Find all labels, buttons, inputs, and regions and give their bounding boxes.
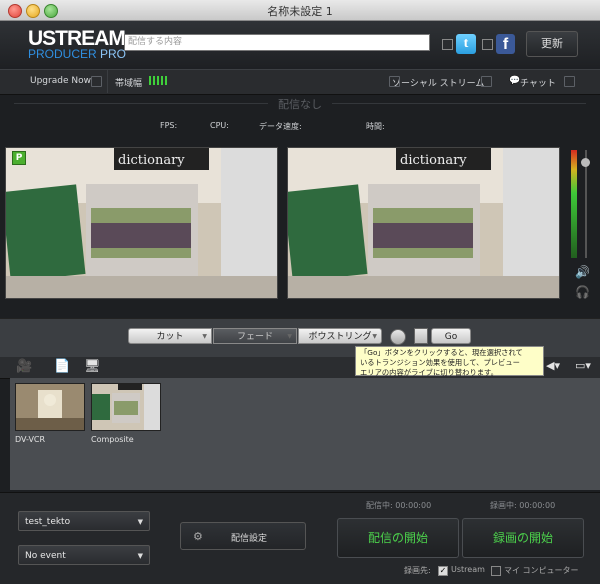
- bandwidth-bar: [165, 76, 167, 85]
- headphones-icon[interactable]: 🎧: [575, 285, 590, 299]
- stream-status-input[interactable]: 配信する内容: [124, 34, 430, 51]
- external-link-icon: [91, 76, 102, 87]
- preview-video[interactable]: dictionary: [5, 147, 278, 299]
- fade-transition-button[interactable]: フェード ▼: [213, 328, 297, 344]
- bandwidth-label: 帯域幅: [115, 79, 143, 89]
- svg-text:dictionary: dictionary: [118, 153, 185, 168]
- source-label: DV-VCR: [15, 435, 46, 444]
- bandwidth-bar: [153, 76, 155, 85]
- social-stream-tab[interactable]: ソーシャル ストリーム: [392, 76, 484, 89]
- start-record-button[interactable]: 録画の開始: [462, 518, 584, 558]
- volume-slider-knob[interactable]: [581, 158, 590, 167]
- logo-producer-pro: PRODUCER PRO: [28, 47, 126, 61]
- record-timer: 録画中: 00:00:00: [490, 501, 556, 510]
- update-button[interactable]: 更新: [526, 31, 578, 57]
- my-computer-checkbox[interactable]: [491, 566, 501, 576]
- bowstring-label: ボウストリング: [308, 332, 372, 342]
- window-title: 名称未設定 1: [267, 5, 333, 18]
- social-stream-icon: [389, 76, 400, 87]
- cut-transition-button[interactable]: カット ▼: [128, 328, 212, 344]
- my-computer-option-label: マイ コンピューター: [504, 566, 579, 575]
- dv-vcr-thumbnail-image: [16, 384, 84, 430]
- ustream-option-label: Ustream: [451, 565, 485, 574]
- stream-timer: 配信中: 00:00:00: [366, 501, 432, 510]
- add-camera-icon[interactable]: 🎥: [16, 359, 32, 374]
- go-tooltip: 「Go」ボタンをクリックすると、現在選択されて いるトランジション効果を使用して…: [355, 346, 544, 377]
- settings-label: 配信設定: [231, 534, 268, 544]
- account-value: test_tekto: [25, 517, 71, 527]
- transition-option-button[interactable]: [414, 328, 428, 344]
- add-screen-icon[interactable]: 🖥: [84, 359, 101, 374]
- tooltip-line: エリアの内容がライブに切り替わります。: [360, 368, 498, 377]
- dropdown-arrow-icon: ▼: [287, 333, 292, 340]
- time-label: 時間:: [366, 122, 385, 131]
- dropdown-arrow-icon: ▼: [137, 518, 143, 526]
- transition-speed-knob[interactable]: [390, 329, 406, 345]
- account-select[interactable]: test_tekto ▼: [18, 511, 150, 531]
- source-label: Composite: [91, 435, 134, 444]
- camera-feed-image: dictionary: [6, 148, 277, 298]
- facebook-icon[interactable]: f: [496, 34, 515, 54]
- camera-feed-image: dictionary: [288, 148, 559, 298]
- fps-label: FPS:: [160, 121, 178, 130]
- logo-producer: PRODUCER: [28, 47, 97, 61]
- divider: [107, 70, 108, 93]
- preview-badge: P: [12, 151, 26, 165]
- start-stream-button[interactable]: 配信の開始: [337, 518, 459, 558]
- dropdown-arrow-icon: ▼: [202, 333, 207, 340]
- upgrade-now-link[interactable]: Upgrade Now: [30, 76, 91, 86]
- gear-icon: ⚙: [193, 530, 203, 543]
- record-destination-label: 録画先:: [404, 566, 431, 575]
- source-thumbnail-dv-vcr[interactable]: [15, 383, 85, 431]
- event-select[interactable]: No event ▼: [18, 545, 150, 565]
- audio-level-meter: [571, 150, 577, 258]
- stream-status-text: 配信なし: [278, 98, 322, 111]
- bandwidth-bar: [161, 76, 163, 85]
- source-thumbnail-composite[interactable]: [91, 383, 161, 431]
- external-link-icon: [564, 76, 575, 87]
- speaker-icon[interactable]: 🔊: [575, 265, 590, 279]
- chat-tab[interactable]: チャット: [520, 76, 556, 89]
- twitter-checkbox[interactable]: [442, 39, 453, 50]
- bandwidth-bar: [149, 76, 151, 85]
- go-button[interactable]: Go: [431, 328, 471, 344]
- fade-label: フェード: [236, 332, 273, 342]
- cut-label: カット: [156, 332, 184, 342]
- layout-menu-icon[interactable]: ▭▾: [575, 359, 591, 372]
- tooltip-line: 「Go」ボタンをクリックすると、現在選択されて: [360, 348, 523, 357]
- composite-thumbnail-image: [92, 384, 160, 430]
- chat-bubble-icon: 💬: [509, 76, 521, 86]
- twitter-icon[interactable]: t: [456, 34, 476, 54]
- facebook-checkbox[interactable]: [482, 39, 493, 50]
- dropdown-arrow-icon: ▼: [137, 552, 143, 560]
- svg-text:dictionary: dictionary: [400, 153, 467, 168]
- bowstring-transition-button[interactable]: ボウストリング ▼: [298, 328, 382, 344]
- tooltip-line: いるトランジション効果を使用して、プレビュー: [360, 358, 520, 367]
- ustream-checkbox[interactable]: ✓: [438, 566, 448, 576]
- add-file-icon[interactable]: 📄: [54, 359, 70, 374]
- dropdown-arrow-icon: ▼: [372, 333, 377, 340]
- cpu-label: CPU:: [210, 121, 229, 130]
- live-video: dictionary: [287, 147, 560, 299]
- data-rate-label: データ速度:: [259, 122, 302, 131]
- bandwidth-bar: [157, 76, 159, 85]
- audio-source-icon[interactable]: ◀▾: [546, 359, 560, 372]
- event-value: No event: [25, 551, 66, 561]
- logo-pro: PRO: [100, 47, 127, 61]
- external-link-icon: [481, 76, 492, 87]
